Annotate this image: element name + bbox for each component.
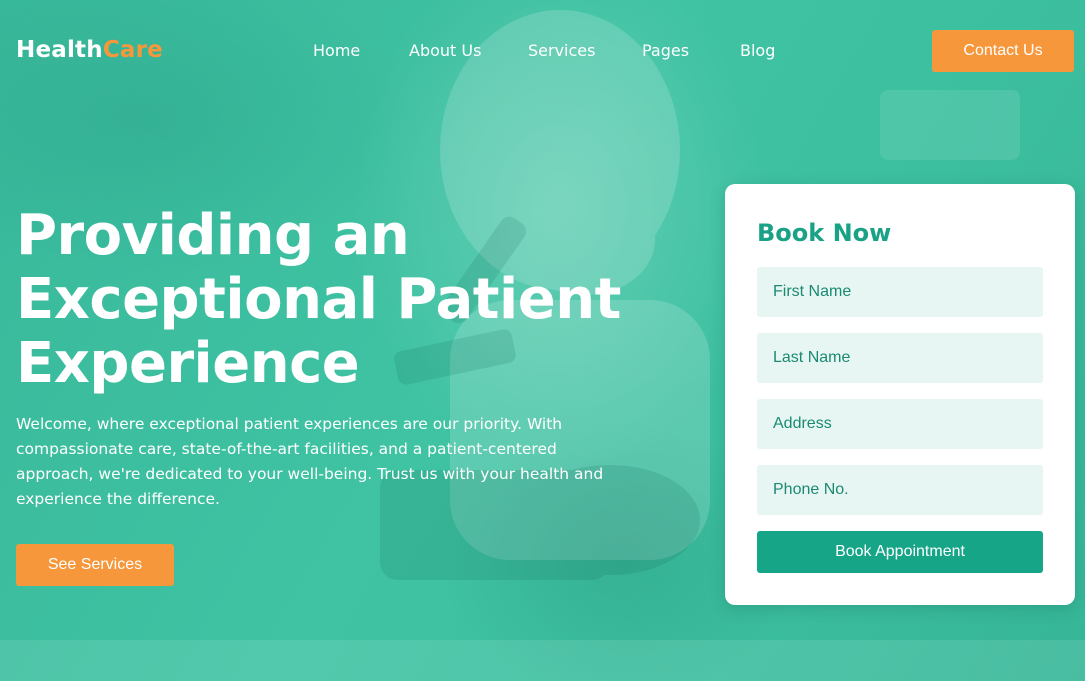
logo-text-health: Health (16, 37, 103, 63)
book-appointment-button[interactable]: Book Appointment (757, 531, 1043, 573)
hero-headline: Providing an Exceptional Patient Experie… (16, 204, 656, 396)
logo-text-care: Care (102, 37, 163, 63)
hero-headline-line-2: Exceptional Patient (16, 267, 621, 332)
hero-intro-text: Welcome, where exceptional patient exper… (16, 415, 604, 508)
hero-headline-line-1: Providing an (16, 203, 410, 268)
nav-link-pages[interactable]: Pages (642, 41, 689, 60)
booking-card: Book Now Book Appointment (725, 184, 1075, 605)
nav-link-home[interactable]: Home (313, 41, 360, 60)
see-services-button[interactable]: See Services (16, 544, 174, 586)
nav-link-blog[interactable]: Blog (740, 41, 775, 60)
booking-title: Book Now (757, 219, 892, 247)
last-name-field[interactable] (757, 333, 1043, 383)
hero-headline-line-3: Experience (16, 331, 360, 396)
nav-link-about-us[interactable]: About Us (409, 41, 481, 60)
nav-link-services[interactable]: Services (528, 41, 595, 60)
address-field[interactable] (757, 399, 1043, 449)
phone-field[interactable] (757, 465, 1043, 515)
site-logo[interactable]: HealthCare (16, 37, 163, 63)
contact-us-button[interactable]: Contact Us (932, 30, 1074, 72)
first-name-field[interactable] (757, 267, 1043, 317)
